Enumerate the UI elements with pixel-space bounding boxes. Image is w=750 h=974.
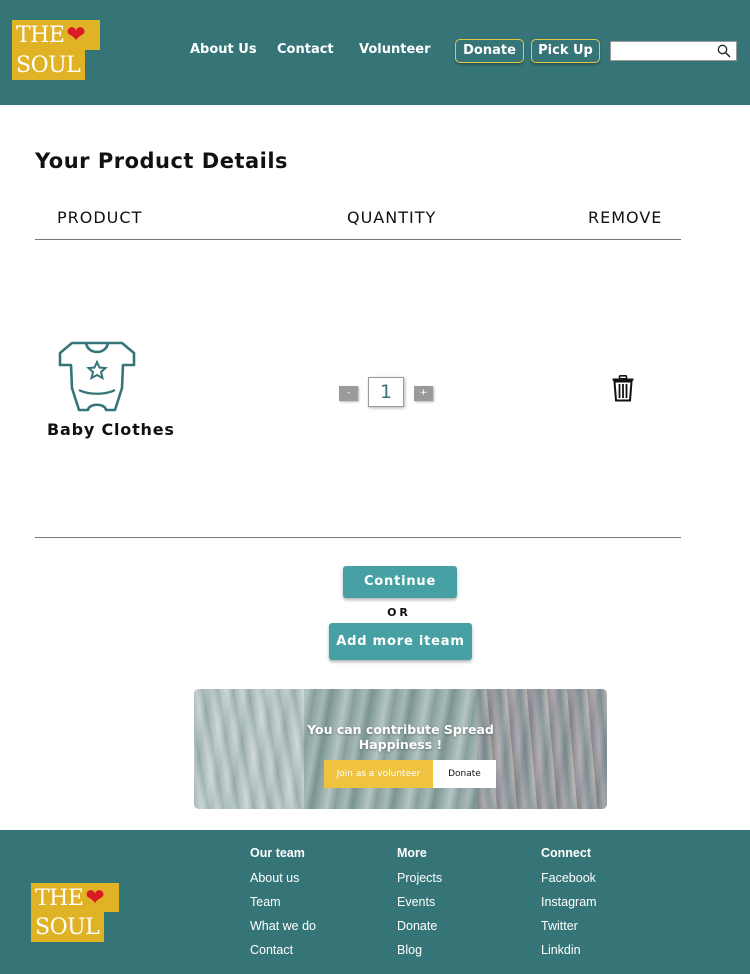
heart-icon: ❤ (66, 22, 86, 48)
footer-link-contact[interactable]: Contact (250, 942, 316, 966)
table-top-divider (35, 239, 681, 240)
banner-text-line-2: Happiness ! (358, 737, 443, 752)
search-icon[interactable] (717, 44, 731, 58)
footer-link-linkedin[interactable]: Linkdin (541, 942, 597, 966)
continue-button[interactable]: Continue (343, 566, 457, 598)
column-header-remove: REMOVE (588, 208, 663, 227)
banner-donate-button[interactable]: Donate (433, 760, 496, 788)
footer-logo-text-the: THE (35, 886, 84, 911)
footer-link-blog[interactable]: Blog (397, 942, 442, 966)
footer-column-our-team: Our team About us Team What we do Contac… (250, 846, 316, 966)
nav-volunteer[interactable]: Volunteer (359, 42, 431, 57)
footer-link-instagram[interactable]: Instagram (541, 894, 597, 918)
footer-logo[interactable]: THE❤ SOUL (31, 883, 119, 942)
trash-icon[interactable] (611, 375, 635, 402)
footer-link-facebook[interactable]: Facebook (541, 870, 597, 894)
banner-text: You can contribute Spread Happiness ! (194, 722, 607, 752)
footer-heading: More (397, 846, 427, 860)
footer-link-about-us[interactable]: About us (250, 870, 316, 894)
site-footer: THE❤ SOUL Our team About us Team What we… (0, 830, 750, 974)
quantity-input[interactable]: 1 (368, 377, 404, 407)
footer-link-what-we-do[interactable]: What we do (250, 918, 316, 942)
footer-link-twitter[interactable]: Twitter (541, 918, 597, 942)
logo-text-the: THE (16, 23, 65, 48)
logo-line-1: THE❤ (12, 20, 100, 50)
column-header-product: PRODUCT (57, 208, 143, 227)
nav-about-us[interactable]: About Us (190, 42, 257, 57)
footer-link-events[interactable]: Events (397, 894, 442, 918)
footer-logo-line-1: THE❤ (31, 883, 119, 912)
volunteer-banner: You can contribute Spread Happiness ! Jo… (194, 689, 607, 809)
add-more-items-button[interactable]: Add more iteam (329, 623, 472, 660)
footer-logo-text-soul: SOUL (31, 912, 104, 942)
quantity-decrease-button[interactable]: - (339, 386, 358, 401)
table-bottom-divider (35, 537, 681, 538)
baby-onesie-icon (58, 341, 136, 412)
footer-link-projects[interactable]: Projects (397, 870, 442, 894)
column-header-quantity: QUANTITY (347, 208, 437, 227)
footer-heart-icon: ❤ (85, 885, 105, 911)
join-volunteer-button[interactable]: Join as a volunteer (324, 760, 433, 788)
site-logo[interactable]: THE❤ SOUL (12, 20, 100, 80)
footer-column-connect: Connect Facebook Instagram Twitter Linkd… (541, 846, 597, 966)
site-header: THE❤ SOUL About Us Contact Volunteer Don… (0, 0, 750, 105)
logo-text-soul: SOUL (12, 50, 85, 80)
quantity-increase-button[interactable]: + (414, 386, 433, 401)
banner-text-line-1: You can contribute Spread (307, 722, 494, 737)
or-separator: OR (387, 606, 411, 619)
search-input[interactable] (613, 43, 713, 59)
donate-button[interactable]: Donate (455, 39, 524, 63)
nav-contact[interactable]: Contact (277, 42, 334, 57)
footer-column-more: More Projects Events Donate Blog (397, 846, 442, 966)
search-box (610, 41, 737, 61)
footer-heading: Connect (541, 846, 591, 860)
pickup-button[interactable]: Pick Up (531, 39, 600, 63)
footer-heading: Our team (250, 846, 305, 860)
footer-link-team[interactable]: Team (250, 894, 316, 918)
product-name: Baby Clothes (47, 420, 175, 439)
page-title: Your Product Details (35, 149, 289, 173)
footer-link-donate[interactable]: Donate (397, 918, 442, 942)
